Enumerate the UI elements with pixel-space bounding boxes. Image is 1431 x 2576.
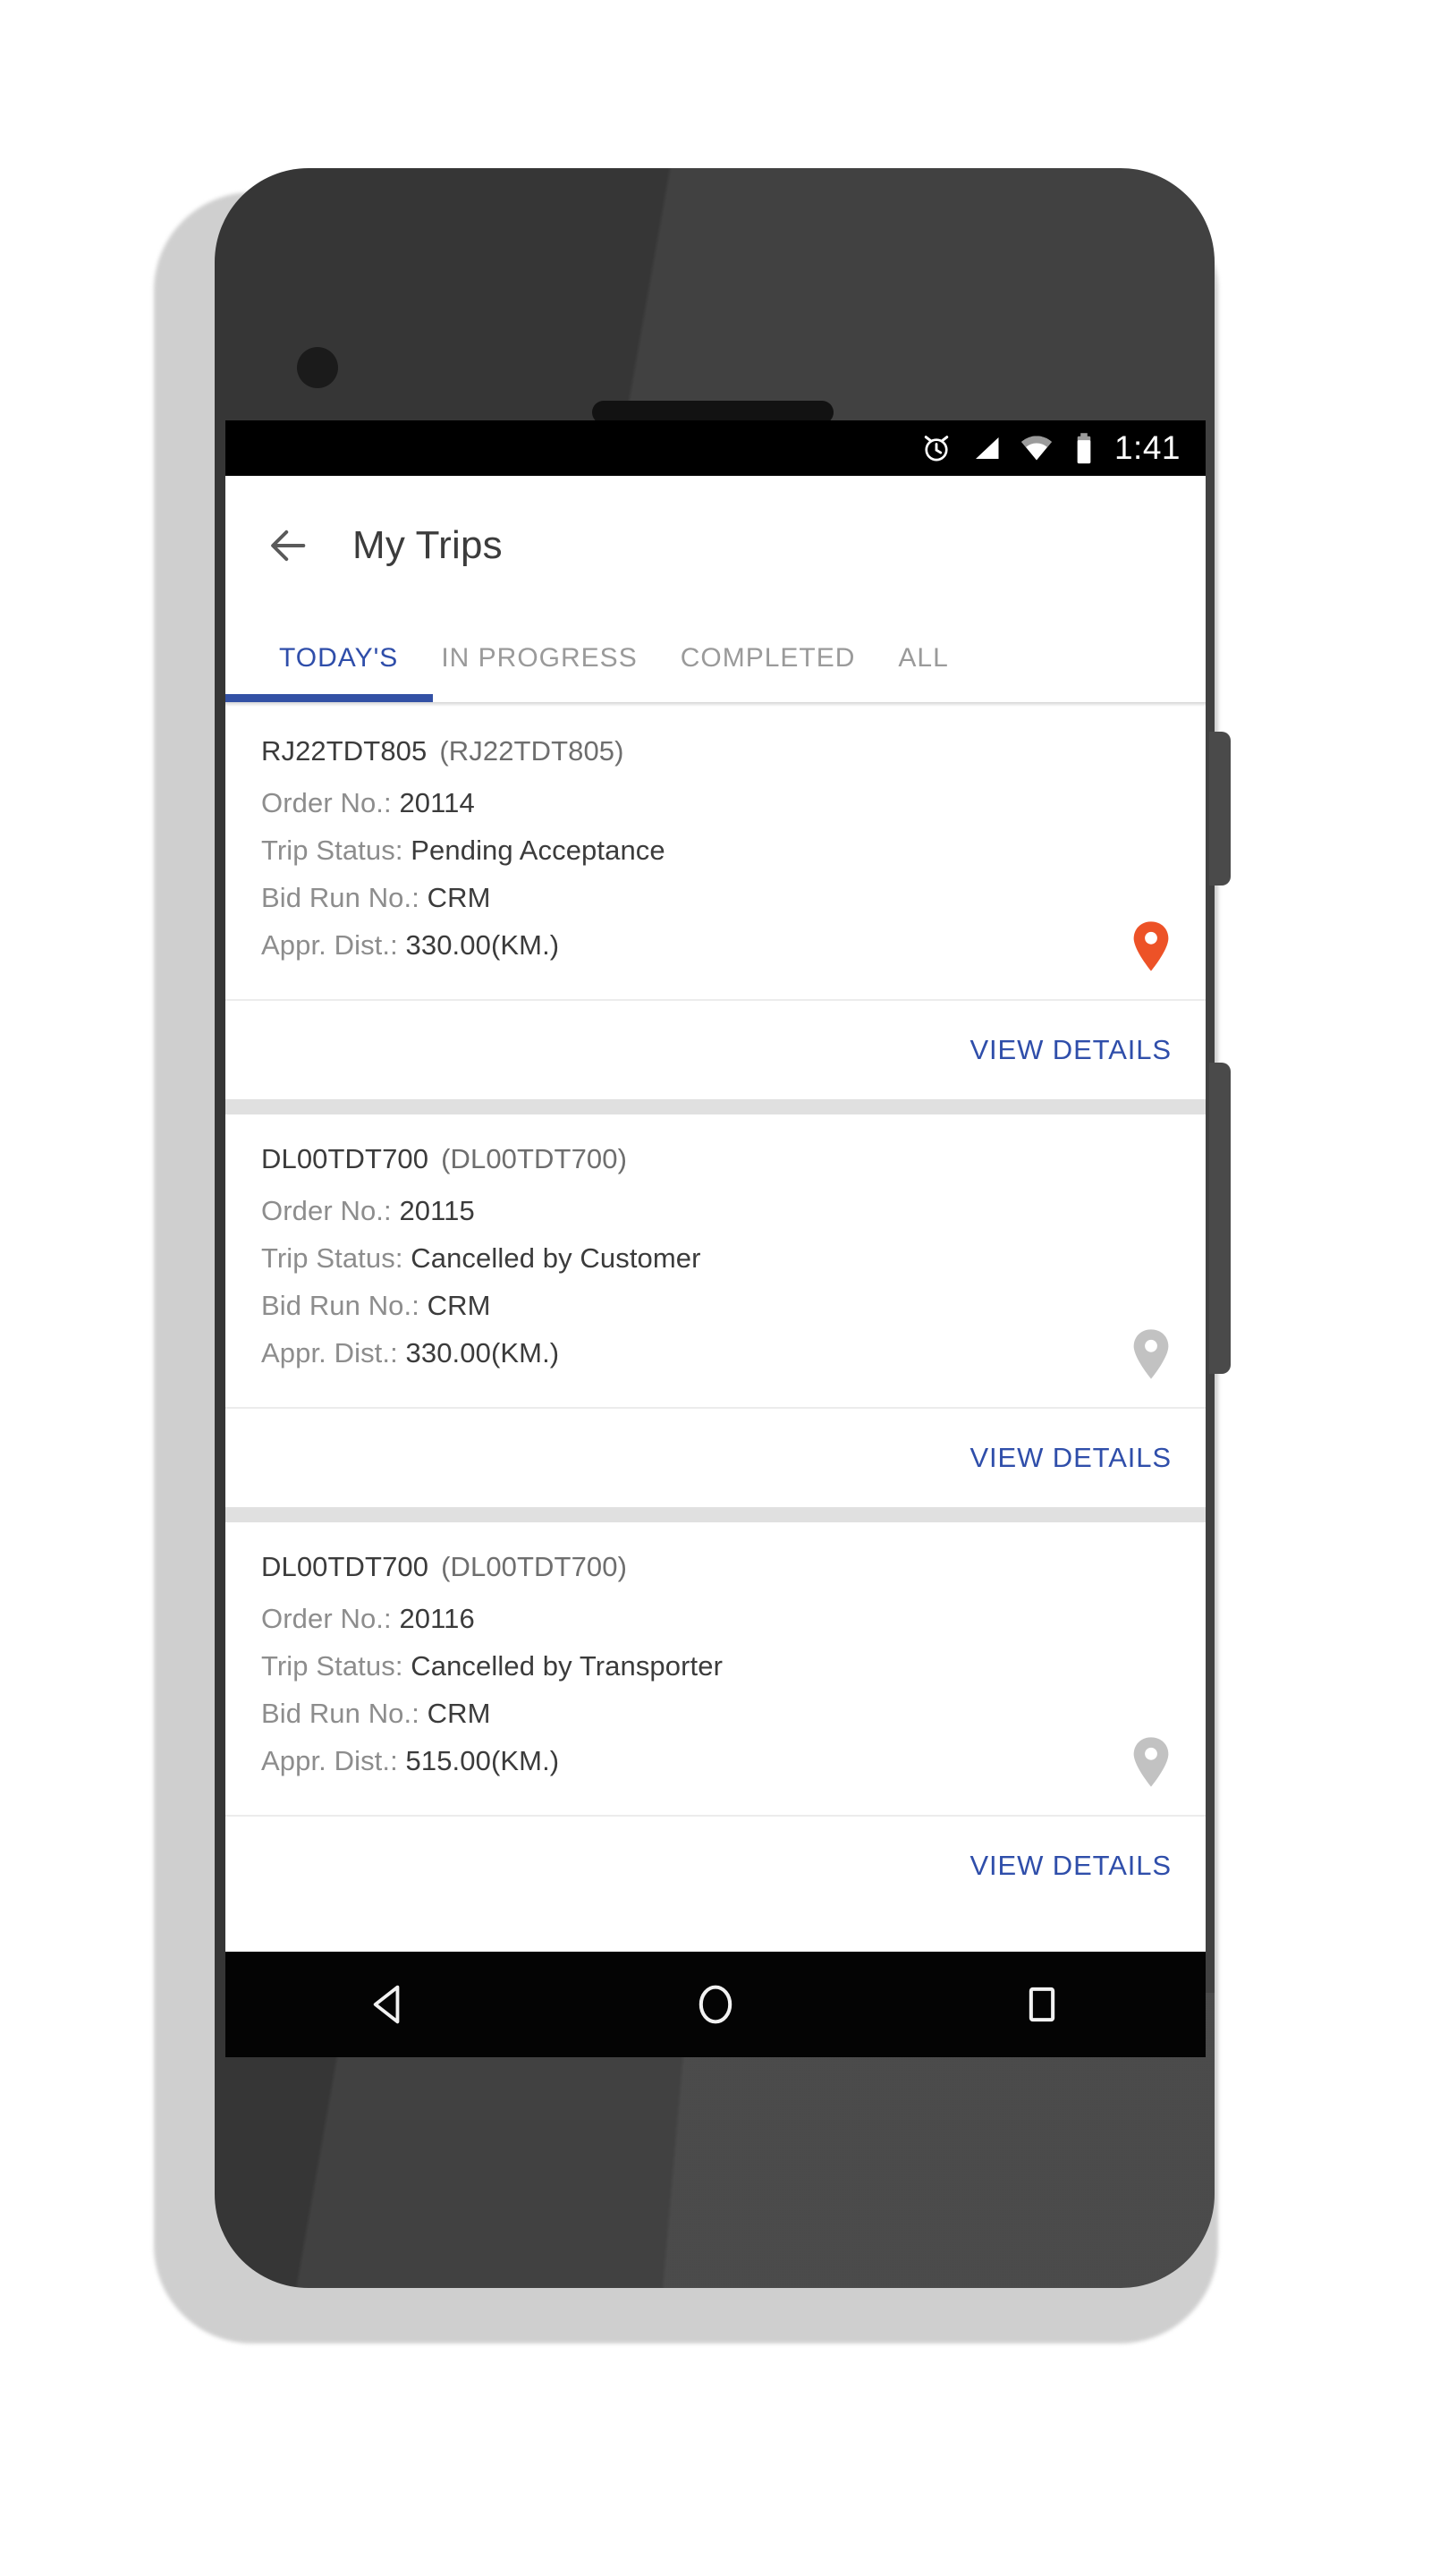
- bid-run-no-row: Bid Run No.: CRM: [261, 874, 1170, 921]
- view-details-button[interactable]: VIEW DETAILS: [970, 1850, 1172, 1882]
- appr-dist-label: Appr. Dist.:: [261, 1745, 398, 1776]
- map-pin-icon[interactable]: [1130, 1328, 1172, 1380]
- nav-home-icon[interactable]: [662, 1952, 769, 2057]
- status-bar-clock: 1:41: [1113, 429, 1181, 466]
- trip-vehicle-row: DL00TDT700 (DL00TDT700): [261, 1549, 1170, 1595]
- tab-todays[interactable]: TODAY'S: [258, 643, 419, 674]
- screenshot-canvas: 1:41 My Trips TODAY'S IN PROGRESS COMPLE…: [0, 0, 1431, 2576]
- trip-status-row: Trip Status: Pending Acceptance: [261, 826, 1170, 874]
- order-no-value: 20115: [399, 1195, 475, 1226]
- vehicle-number: DL00TDT700: [261, 1551, 429, 1582]
- trip-status-value: Cancelled by Customer: [411, 1242, 701, 1274]
- bid-run-no-label: Bid Run No.:: [261, 882, 419, 913]
- bid-run-no-label: Bid Run No.:: [261, 1290, 419, 1321]
- trip-list[interactable]: RJ22TDT805 (RJ22TDT805) Order No.: 20114 …: [225, 707, 1206, 1915]
- android-navigation-bar: [225, 1952, 1206, 2057]
- front-camera-icon: [297, 347, 338, 388]
- signal-icon: [975, 437, 999, 459]
- status-bar: 1:41: [225, 420, 1206, 476]
- trip-status-value: Pending Acceptance: [411, 835, 665, 866]
- bid-run-no-row: Bid Run No.: CRM: [261, 1690, 1170, 1737]
- app-bar: My Trips: [225, 476, 1206, 614]
- order-no-label: Order No.:: [261, 1603, 392, 1634]
- vehicle-number: DL00TDT700: [261, 1143, 429, 1174]
- volume-rocker-button[interactable]: [1209, 1063, 1231, 1374]
- bid-run-no-value: CRM: [427, 1698, 491, 1729]
- trip-status-row: Trip Status: Cancelled by Customer: [261, 1234, 1170, 1282]
- bid-run-no-value: CRM: [427, 1290, 491, 1321]
- trip-card[interactable]: DL00TDT700 (DL00TDT700) Order No.: 20116 …: [225, 1522, 1206, 1915]
- order-no-label: Order No.:: [261, 787, 392, 818]
- order-no-value: 20114: [399, 787, 475, 818]
- appr-dist-row: Appr. Dist.: 515.00(KM.): [261, 1737, 1170, 1784]
- card-separator: [225, 1507, 1206, 1522]
- order-no-row: Order No.: 20116: [261, 1595, 1170, 1642]
- trip-card-body: DL00TDT700 (DL00TDT700) Order No.: 20115 …: [225, 1114, 1206, 1407]
- view-details-button[interactable]: VIEW DETAILS: [970, 1034, 1172, 1066]
- trip-vehicle-row: DL00TDT700 (DL00TDT700): [261, 1141, 1170, 1187]
- trip-status-value: Cancelled by Transporter: [411, 1650, 724, 1682]
- trip-card[interactable]: DL00TDT700 (DL00TDT700) Order No.: 20115 …: [225, 1114, 1206, 1507]
- appr-dist-label: Appr. Dist.:: [261, 1337, 398, 1368]
- appr-dist-label: Appr. Dist.:: [261, 929, 398, 961]
- trip-status-label: Trip Status:: [261, 1650, 403, 1682]
- trip-status-label: Trip Status:: [261, 1242, 403, 1274]
- wifi-icon: [1021, 436, 1052, 461]
- page-title: My Trips: [352, 522, 503, 567]
- order-no-value: 20116: [399, 1603, 475, 1634]
- battery-icon: [1077, 433, 1091, 464]
- appr-dist-value: 330.00(KM.): [405, 1337, 560, 1368]
- back-arrow-icon[interactable]: [263, 521, 313, 571]
- bid-run-no-label: Bid Run No.:: [261, 1698, 419, 1729]
- trip-card-footer: VIEW DETAILS: [225, 1817, 1206, 1915]
- appr-dist-row: Appr. Dist.: 330.00(KM.): [261, 921, 1170, 969]
- card-separator: [225, 1099, 1206, 1114]
- trip-card-footer: VIEW DETAILS: [225, 1001, 1206, 1099]
- vehicle-number-alt: (RJ22TDT805): [439, 735, 624, 767]
- tab-bar: TODAY'S IN PROGRESS COMPLETED ALL: [225, 614, 1206, 702]
- trip-card-body: DL00TDT700 (DL00TDT700) Order No.: 20116 …: [225, 1522, 1206, 1815]
- nav-recents-icon[interactable]: [988, 1952, 1096, 2057]
- vehicle-number-alt: (DL00TDT700): [441, 1551, 628, 1582]
- power-button[interactable]: [1209, 732, 1231, 886]
- trip-card-footer: VIEW DETAILS: [225, 1409, 1206, 1507]
- trip-vehicle-row: RJ22TDT805 (RJ22TDT805): [261, 733, 1170, 779]
- map-pin-icon[interactable]: [1130, 920, 1172, 972]
- vehicle-number-alt: (DL00TDT700): [441, 1143, 628, 1174]
- appr-dist-value: 515.00(KM.): [405, 1745, 560, 1776]
- order-no-row: Order No.: 20114: [261, 779, 1170, 826]
- alarm-icon: [924, 436, 949, 462]
- tab-completed[interactable]: COMPLETED: [659, 643, 877, 674]
- view-details-button[interactable]: VIEW DETAILS: [970, 1442, 1172, 1474]
- bid-run-no-row: Bid Run No.: CRM: [261, 1282, 1170, 1329]
- tab-all[interactable]: ALL: [876, 643, 970, 674]
- status-bar-icons: [919, 431, 1097, 465]
- appr-dist-value: 330.00(KM.): [405, 929, 560, 961]
- order-no-row: Order No.: 20115: [261, 1187, 1170, 1234]
- vehicle-number: RJ22TDT805: [261, 735, 428, 767]
- order-no-label: Order No.:: [261, 1195, 392, 1226]
- trip-card-body: RJ22TDT805 (RJ22TDT805) Order No.: 20114 …: [225, 707, 1206, 999]
- trip-status-label: Trip Status:: [261, 835, 403, 866]
- appr-dist-row: Appr. Dist.: 330.00(KM.): [261, 1329, 1170, 1377]
- nav-back-icon[interactable]: [335, 1952, 443, 2057]
- map-pin-icon[interactable]: [1130, 1736, 1172, 1788]
- trip-card[interactable]: RJ22TDT805 (RJ22TDT805) Order No.: 20114 …: [225, 707, 1206, 1099]
- phone-screen: 1:41 My Trips TODAY'S IN PROGRESS COMPLE…: [225, 420, 1206, 2057]
- active-tab-indicator: [225, 694, 433, 702]
- tab-in-progress[interactable]: IN PROGRESS: [419, 643, 658, 674]
- trip-status-row: Trip Status: Cancelled by Transporter: [261, 1642, 1170, 1690]
- bid-run-no-value: CRM: [427, 882, 491, 913]
